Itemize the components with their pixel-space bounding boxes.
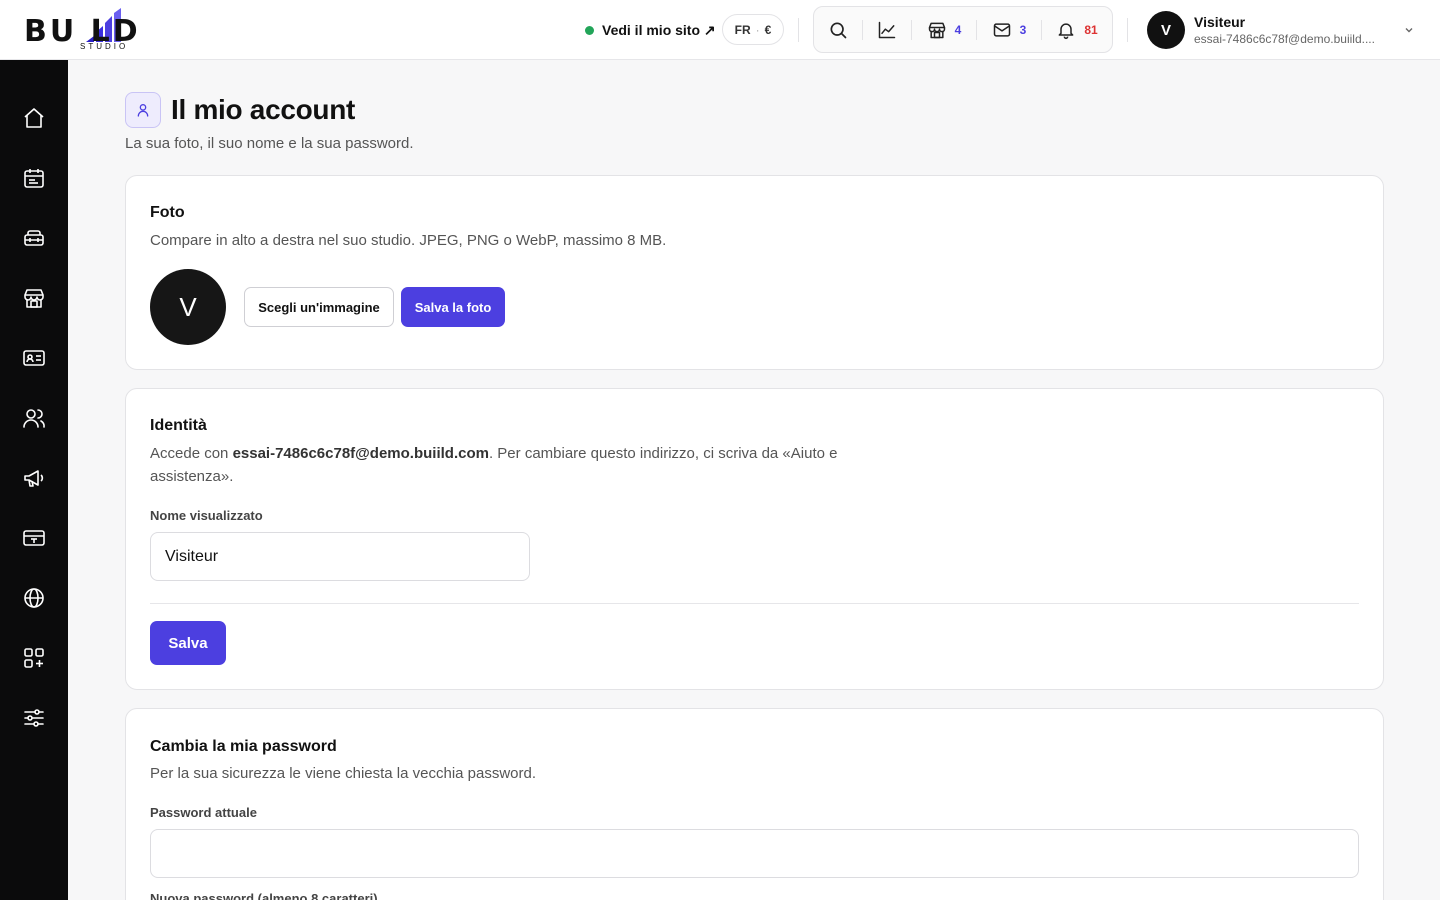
password-card-description: Per la sua sicurezza le viene chiesta la… (150, 765, 537, 782)
sidebar-item-website[interactable] (14, 578, 54, 618)
mail-icon (993, 22, 1010, 37)
sidebar-item-services[interactable] (14, 218, 54, 258)
store-count: 4 (954, 22, 962, 37)
toolbar-group: 4 3 81 (813, 6, 1113, 53)
user-name: Visiteur (1194, 14, 1246, 30)
password-card-title: Cambia la mia password (150, 738, 337, 755)
sidebar-item-payments[interactable] (14, 518, 54, 558)
user-menu[interactable]: V Visiteur essai-7486c6c78f@demo.buiild.… (1147, 11, 1417, 49)
locale-currency-selector[interactable]: FR · € (722, 14, 784, 45)
topbar-divider (1127, 18, 1128, 42)
stats-button[interactable] (863, 7, 911, 52)
calendar-icon (24, 169, 44, 188)
online-status-dot (585, 25, 594, 35)
currency-label: € (764, 22, 772, 37)
profile-avatar: V (150, 269, 226, 345)
identity-card-title: Identità (150, 417, 207, 434)
sidebar (0, 60, 68, 900)
identity-card-description: Accede con essai-7486c6c78f@demo.buiild.… (150, 442, 890, 488)
chevron-down-icon (1405, 28, 1413, 33)
chart-icon (878, 21, 896, 38)
sidebar-item-team[interactable] (14, 398, 54, 438)
user-info: Visiteur essai-7486c6c78f@demo.buiild...… (1194, 13, 1389, 47)
sidebar-item-apps[interactable] (14, 638, 54, 678)
notifications-count: 81 (1084, 22, 1098, 37)
users-icon (23, 409, 45, 428)
topbar-divider (798, 18, 799, 42)
page-title: Il mio account (171, 94, 356, 125)
locale-label: FR (734, 22, 751, 37)
store-icon (928, 22, 945, 38)
search-icon (830, 22, 847, 38)
messages-count: 3 (1019, 22, 1027, 37)
megaphone-icon (24, 470, 44, 487)
user-avatar: V (1147, 11, 1185, 49)
bell-icon (1058, 22, 1074, 39)
messages-button[interactable]: 3 (977, 7, 1041, 52)
identity-card: Identità Accede con essai-7486c6c78f@dem… (125, 388, 1384, 690)
sidebar-item-settings[interactable] (14, 698, 54, 738)
apps-icon (24, 648, 44, 668)
view-site-link[interactable]: Vedi il mio sito ↗ (585, 19, 716, 41)
photo-card-description: Compare in alto a destra nel suo studio.… (150, 232, 667, 249)
locale-separator: · (755, 22, 760, 37)
current-password-input[interactable] (150, 829, 1359, 878)
password-card: Cambia la mia password Per la sua sicure… (125, 708, 1384, 900)
photo-card-title: Foto (150, 204, 185, 221)
logo-subtitle: STUDIO (80, 42, 129, 51)
user-email: essai-7486c6c78f@demo.buiild.... (1194, 32, 1375, 46)
settings-sliders-icon (24, 709, 44, 727)
services-icon (24, 230, 44, 246)
sidebar-item-home[interactable] (14, 98, 54, 138)
display-name-input[interactable]: Visiteur (150, 532, 530, 581)
identity-divider (150, 603, 1359, 604)
sidebar-item-calendar[interactable] (14, 158, 54, 198)
store-icon (24, 289, 44, 308)
page-subtitle: La sua foto, il suo nome e la sua passwo… (125, 135, 414, 152)
store-button[interactable]: 4 (912, 7, 976, 52)
user-icon (125, 92, 161, 128)
current-password-label: Password attuale (150, 805, 257, 820)
sidebar-item-clients[interactable] (14, 338, 54, 378)
identity-email: essai-7486c6c78f@demo.buiild.com (232, 445, 489, 462)
search-button[interactable] (814, 7, 862, 52)
id-card-icon (23, 350, 45, 366)
save-photo-button[interactable]: Salva la foto (401, 287, 505, 327)
display-name-label: Nome visualizzato (150, 508, 263, 523)
home-icon (24, 108, 44, 128)
sidebar-item-store[interactable] (14, 278, 54, 318)
photo-card: Foto Compare in alto a destra nel suo st… (125, 175, 1384, 370)
new-password-label: Nuova password (almeno 8 caratteri) (150, 891, 378, 900)
brand-logo[interactable]: BU LD STUDIO (24, 8, 184, 54)
choose-image-button[interactable]: Scegli un'immagine (244, 287, 394, 327)
save-name-button[interactable]: Salva (150, 621, 226, 665)
top-bar: BU LD STUDIO Vedi il mio sito ↗ FR · € 4… (0, 0, 1440, 60)
notifications-button[interactable]: 81 (1042, 7, 1112, 52)
payment-icon (23, 530, 45, 546)
sidebar-item-marketing[interactable] (14, 458, 54, 498)
globe-icon (24, 588, 44, 608)
view-site-label: Vedi il mio sito ↗ (602, 21, 716, 38)
identity-desc-prefix: Accede con (150, 445, 233, 462)
